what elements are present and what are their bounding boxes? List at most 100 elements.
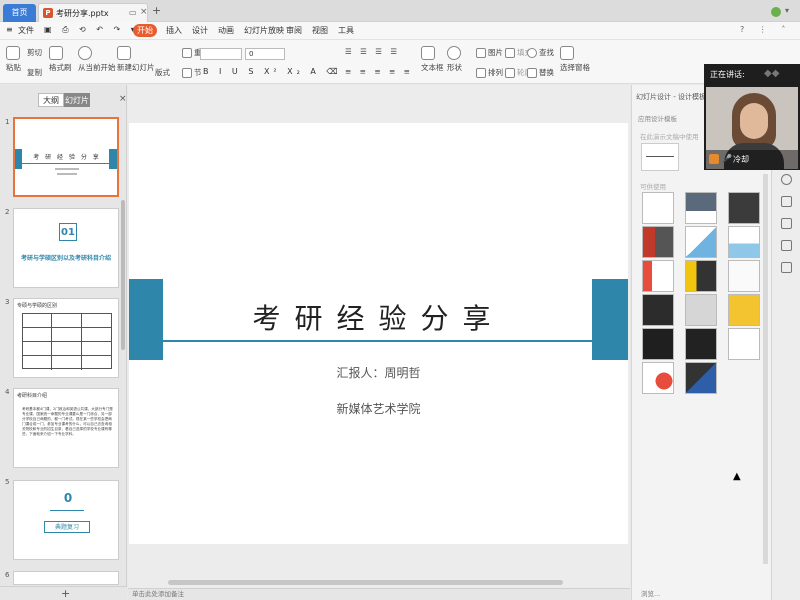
- template-thumbnail[interactable]: [642, 226, 674, 258]
- current-slide[interactable]: 考研经验分享 汇报人：周明哲 新媒体艺术学院: [129, 123, 628, 544]
- thumb-title: 考 研 经 验 分 享: [33, 154, 101, 161]
- new-tab-button[interactable]: +: [152, 4, 161, 17]
- close-panel-icon[interactable]: ×: [119, 94, 127, 104]
- template-thumbnail[interactable]: [685, 192, 717, 224]
- current-template-thumbnail[interactable]: [641, 143, 679, 171]
- panel-title: 幻灯片设计 - 设计模板: [636, 93, 706, 101]
- slide-reporter[interactable]: 汇报人：周明哲: [129, 364, 628, 381]
- browse-link[interactable]: 浏览...: [641, 588, 660, 598]
- in-use-label: 在此演示文稿中使用: [640, 133, 699, 141]
- template-thumbnail[interactable]: [685, 362, 717, 394]
- from-current-button[interactable]: 从当前开始: [78, 46, 116, 73]
- slide-thumbnail-6[interactable]: [13, 571, 119, 585]
- thumb-table-divider: [51, 314, 52, 370]
- menu-tools[interactable]: 工具: [338, 25, 354, 36]
- thumb-title: 专硕与学硕的区别: [17, 303, 58, 309]
- find-button[interactable]: 查找: [527, 47, 554, 58]
- quick-access-icons[interactable]: ▣ ⎙ ⟲ ↶ ↷ ▾: [44, 25, 139, 35]
- template-thumbnail[interactable]: [728, 226, 760, 258]
- window-menu-icon[interactable]: ▾: [785, 6, 789, 15]
- template-thumbnail[interactable]: [685, 226, 717, 258]
- replace-button[interactable]: 替换: [527, 67, 554, 78]
- menu-slideshow[interactable]: 幻灯片放映: [244, 25, 284, 36]
- tab-document[interactable]: P 考研分享.pptx ▭ ×: [38, 3, 148, 22]
- template-thumbnail[interactable]: [642, 362, 674, 394]
- thumb-title: 考研科目介绍: [17, 393, 48, 399]
- tab-slides[interactable]: 幻灯片: [64, 93, 90, 107]
- title-underline: [163, 340, 592, 342]
- menu-design[interactable]: 设计: [192, 25, 208, 36]
- template-thumbnail[interactable]: [728, 260, 760, 292]
- properties-icon[interactable]: [781, 174, 792, 185]
- slide-title[interactable]: 考研经验分享: [129, 297, 628, 337]
- select-pane-button[interactable]: 选择窗格: [560, 46, 590, 73]
- slide-number: 6: [5, 571, 10, 579]
- font-name-select[interactable]: [200, 48, 242, 60]
- speaker-video-overlay[interactable]: 正在讲话: ◆◆ 🎤 冷却: [704, 64, 800, 170]
- add-slide-button[interactable]: +: [61, 587, 70, 600]
- tab-outline[interactable]: 大纲: [38, 93, 64, 107]
- slide-school[interactable]: 新媒体艺术学院: [129, 400, 628, 417]
- slide-thumbnail-4[interactable]: 考研科目介绍 考研基本都4门课，2门政治和英语公共课，大部分专门是专业课，国家统…: [13, 388, 119, 468]
- shape-button[interactable]: 形状: [447, 46, 463, 73]
- share-icon[interactable]: [781, 262, 792, 273]
- arrange-button[interactable]: 排列: [476, 67, 503, 78]
- menu-animation[interactable]: 动画: [218, 25, 234, 36]
- menu-view[interactable]: 视图: [312, 25, 328, 36]
- slide-thumbnail-5[interactable]: 0 典题复习: [13, 480, 119, 560]
- template-thumbnail[interactable]: [685, 328, 717, 360]
- font-format-buttons[interactable]: B I U S X² X₂ A ⌫: [203, 67, 342, 76]
- menu-insert[interactable]: 插入: [166, 25, 182, 36]
- thumb-number: 0: [63, 491, 73, 505]
- template-scrollbar[interactable]: [763, 174, 768, 564]
- panel-footer: +: [0, 586, 127, 600]
- layout-button[interactable]: 版式: [155, 67, 170, 78]
- template-thumbnail[interactable]: [728, 328, 760, 360]
- textbox-icon: [421, 46, 435, 60]
- template-thumbnail[interactable]: [685, 294, 717, 326]
- section-icon: [182, 68, 192, 78]
- font-size-select[interactable]: 0: [245, 48, 285, 60]
- animation-icon[interactable]: [781, 218, 792, 229]
- template-thumbnail[interactable]: [642, 260, 674, 292]
- paste-button[interactable]: 粘贴: [6, 46, 22, 73]
- menu-file[interactable]: 文件: [18, 25, 34, 36]
- menu-start[interactable]: 开始: [133, 24, 157, 37]
- cut-button[interactable]: 剪切: [27, 47, 42, 58]
- thumbnail-scrollbar[interactable]: [121, 200, 125, 350]
- slide-thumbnail-1[interactable]: 考 研 经 验 分 享: [13, 117, 119, 197]
- alignment-buttons[interactable]: ≡ ≡ ≡ ≡ ≡: [345, 67, 413, 76]
- horizontal-scrollbar[interactable]: [168, 580, 563, 585]
- menu-bar: ≡ 文件 ▣ ⎙ ⟲ ↶ ↷ ▾ 开始 插入 设计 动画 幻灯片放映 审阅 视图…: [0, 22, 800, 40]
- design-icon[interactable]: [781, 196, 792, 207]
- settings-icon[interactable]: [781, 240, 792, 251]
- format-painter-button[interactable]: 格式刷: [49, 46, 72, 73]
- picture-button[interactable]: 图片: [476, 47, 503, 58]
- template-thumbnail[interactable]: [728, 192, 760, 224]
- user-icon: [709, 154, 719, 164]
- slide-thumbnail-3[interactable]: 专硕与学硕的区别: [13, 298, 119, 378]
- notes-area[interactable]: 单击此处添加备注: [128, 588, 630, 600]
- slide-number: 2: [5, 208, 10, 216]
- template-thumbnail[interactable]: [642, 192, 674, 224]
- new-slide-button[interactable]: 新建幻灯片: [117, 46, 155, 73]
- window-control-icons[interactable]: ? ⋮ ˄: [740, 25, 791, 34]
- template-thumbnail[interactable]: [642, 294, 674, 326]
- textbox-button[interactable]: 文本框: [421, 46, 444, 73]
- hamburger-icon[interactable]: ≡: [6, 25, 13, 34]
- user-avatar[interactable]: [771, 7, 781, 17]
- template-thumbnail[interactable]: [642, 328, 674, 360]
- section-button[interactable]: 节: [182, 67, 202, 78]
- window-tab-bar: 首页 P 考研分享.pptx ▭ × + ▾: [0, 0, 800, 22]
- tab-home[interactable]: 首页: [3, 4, 36, 22]
- close-tab-icon[interactable]: ×: [140, 7, 148, 17]
- slide-number: 1: [5, 118, 10, 126]
- menu-review[interactable]: 审阅: [286, 25, 302, 36]
- slide-thumbnail-2[interactable]: 01 考研与学硕区别以及考研科目介绍: [13, 208, 119, 288]
- thumb-table-divider: [81, 314, 82, 370]
- template-thumbnail[interactable]: [685, 260, 717, 292]
- copy-button[interactable]: 复制: [27, 67, 42, 78]
- monitor-icon[interactable]: ▭: [129, 8, 137, 17]
- paragraph-buttons[interactable]: ☰ ☰ ☰ ☰: [345, 47, 400, 56]
- template-thumbnail[interactable]: [728, 294, 760, 326]
